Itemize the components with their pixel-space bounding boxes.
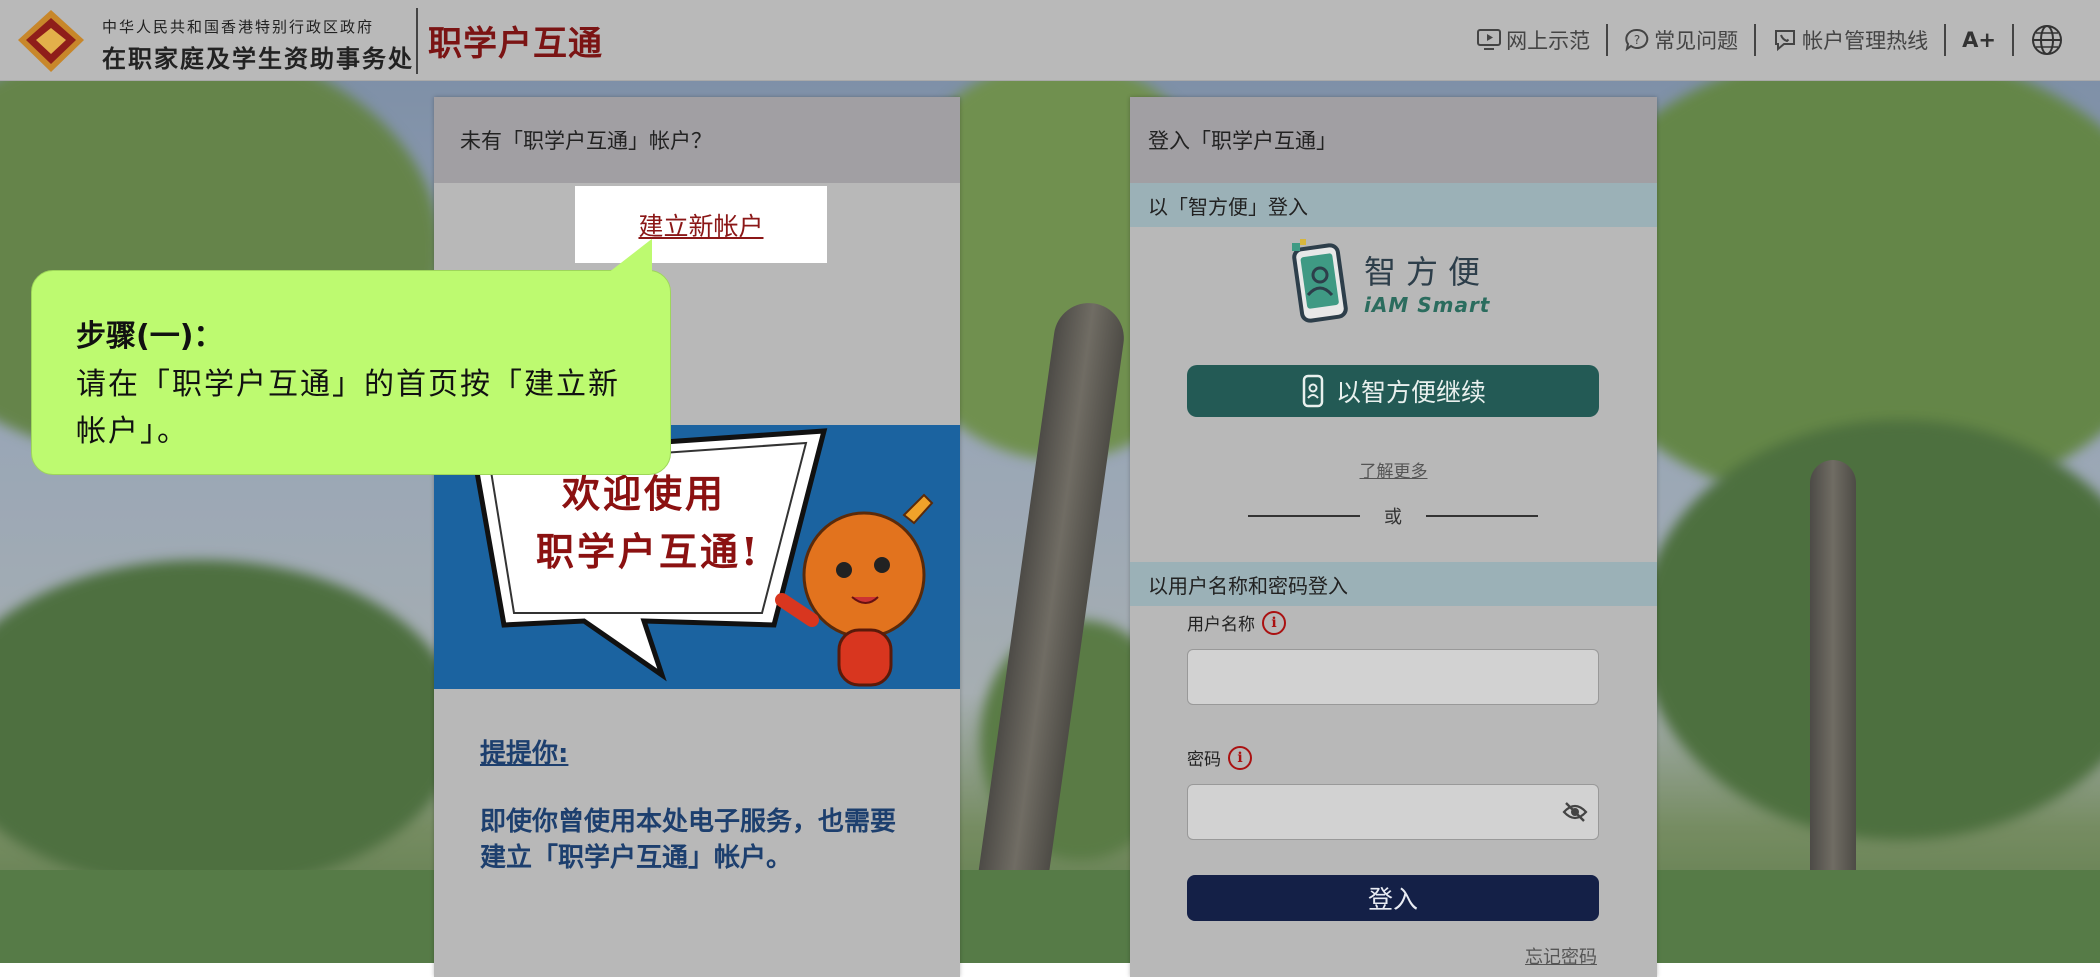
language-button[interactable] (2014, 23, 2084, 57)
login-card-heading: 登入「职学户互通」 (1130, 97, 1657, 183)
department-line1: 中华人民共和国香港特别行政区政府 (102, 18, 375, 36)
username-label: 用户名称 i (1187, 610, 1286, 635)
iam-smart-logo-en: iAM Smart (1364, 293, 1491, 317)
nav-hotline-label: 帐户管理热线 (1802, 29, 1929, 53)
create-account-link[interactable]: 建立新帐户 (638, 207, 763, 243)
faq-bubble-icon: ? (1625, 28, 1649, 52)
password-login-section-title: 以用户名称和密码登入 (1130, 562, 1657, 606)
forgot-password-link[interactable]: 忘记密码 (1525, 943, 1597, 969)
continue-with-iam-smart-label: 以智方便继续 (1335, 378, 1486, 407)
iam-smart-phone-icon (1292, 239, 1348, 323)
password-label-text: 密码 (1187, 750, 1221, 770)
instruction-callout: 步骤(一)： 请在「职学户互通」的首页按「建立新帐户」。 (31, 238, 671, 475)
divider-line (1426, 515, 1538, 517)
nav-hotline[interactable]: 帐户管理热线 (1756, 25, 1944, 55)
register-card: 未有「职学户互通」帐户？ 建立新帐户 欢迎使用 职学户互通! 提提你: 即使你曾… (434, 97, 960, 977)
password-input[interactable] (1187, 784, 1599, 840)
username-label-text: 用户名称 (1187, 615, 1255, 635)
continue-with-iam-smart-button[interactable]: 以智方便继续 (1187, 365, 1599, 417)
header-divider (416, 8, 418, 74)
username-input[interactable] (1187, 649, 1599, 705)
department-name: 中华人民共和国香港特别行政区政府 在职家庭及学生资助事务处 (102, 16, 414, 74)
eye-slash-icon[interactable] (1562, 800, 1588, 824)
brand-title: 职学户互通 (428, 24, 603, 64)
reminder: 提提你: 即使你曾使用本处电子服务，也需要建立「职学户互通」帐户。 (480, 733, 920, 876)
globe-icon (2032, 25, 2062, 55)
iam-smart-logo-cn: 智方便 (1364, 253, 1491, 291)
banner-welcome-line2: 职学户互通! (536, 529, 761, 574)
header-nav: 网上示范 ? 常见问题 帐户管理热线 A+ (1460, 20, 2084, 60)
login-card: 登入「职学户互通」 以「智方便」登入 智方便 iAM Smart 以智方便继续 … (1130, 97, 1657, 977)
department-line2: 在职家庭及学生资助事务处 (102, 45, 414, 73)
reminder-body: 即使你曾使用本处电子服务，也需要建立「职学户互通」帐户。 (480, 807, 897, 873)
register-card-heading: 未有「职学户互通」帐户？ (434, 97, 960, 183)
learn-more-link[interactable]: 了解更多 (1130, 457, 1657, 482)
department-logo-icon (18, 10, 84, 72)
callout-pointer (608, 238, 652, 273)
nav-online-demo[interactable]: 网上示范 (1460, 25, 1606, 55)
nav-online-demo-label: 网上示范 (1506, 29, 1591, 53)
font-size-button[interactable]: A+ (1946, 28, 2012, 52)
or-divider: 或 (1248, 503, 1538, 529)
phone-hotline-icon (1775, 30, 1796, 52)
or-text: 或 (1384, 507, 1402, 528)
nav-faq-label: 常见问题 (1654, 29, 1739, 53)
iam-smart-small-icon (1302, 374, 1324, 408)
iam-smart-logo: 智方便 iAM Smart (1290, 239, 1490, 325)
video-demo-icon (1477, 29, 1502, 50)
background-scene (0, 0, 2100, 963)
divider-line (1248, 515, 1360, 517)
login-button[interactable]: 登入 (1187, 875, 1599, 921)
dim-overlay (0, 0, 2100, 963)
info-icon[interactable]: i (1228, 745, 1252, 770)
top-header: 中华人民共和国香港特别行政区政府 在职家庭及学生资助事务处 职学户互通 网上示范… (0, 0, 2100, 81)
callout-step-title: 步骤(一)： (76, 319, 224, 354)
callout-instruction: 请在「职学户互通」的首页按「建立新帐户」。 (76, 367, 620, 449)
reminder-title: 提提你: (480, 739, 569, 769)
svg-text:?: ? (1634, 33, 1640, 47)
nav-faq[interactable]: ? 常见问题 (1608, 25, 1754, 55)
info-icon[interactable]: i (1262, 610, 1286, 635)
password-label: 密码 i (1187, 745, 1252, 770)
iam-smart-section-title: 以「智方便」登入 (1130, 183, 1657, 227)
